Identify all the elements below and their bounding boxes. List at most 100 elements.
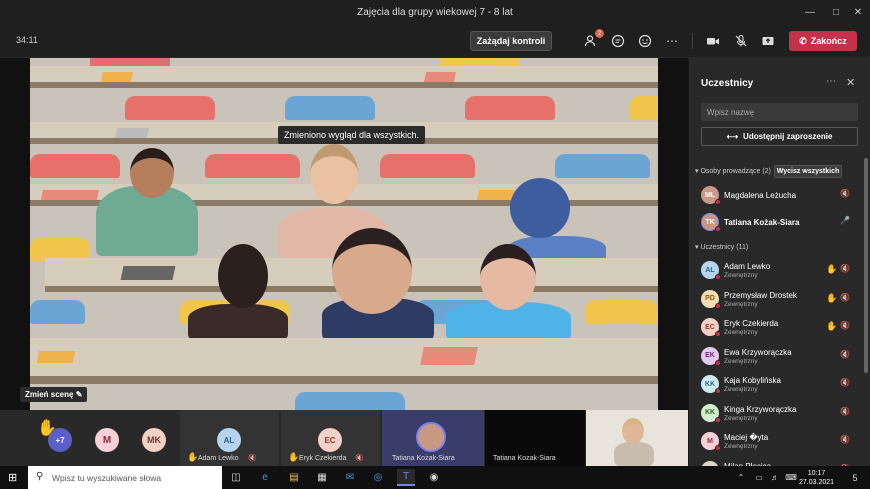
participant-name: Magdalena Leżucha	[724, 191, 797, 200]
chat-icon[interactable]	[609, 32, 627, 50]
participant-avatar[interactable]: MK	[142, 428, 166, 452]
language-icon[interactable]: ⌨	[782, 469, 800, 486]
store-icon[interactable]: ▦	[313, 469, 331, 486]
tile-group: ✋ +7 M MK	[0, 410, 180, 466]
file-explorer-icon[interactable]: ▤	[285, 469, 303, 486]
seat	[585, 300, 658, 324]
tray-chevron-icon[interactable]: ⌃	[732, 469, 750, 486]
presence-dot	[715, 359, 721, 366]
participant-role: Zewnętrzny	[724, 414, 758, 422]
mic-icon: 🎤	[840, 216, 850, 225]
end-call-label: Zakończ	[810, 36, 847, 46]
participant-tile[interactable]: AL ✋ Adam Lewko 🔇	[180, 410, 279, 466]
participant-row[interactable]: EC Eryk Czekierda Zewnętrzny ✋ 🔇	[689, 314, 864, 342]
taskbar-search-placeholder: Wpisz tu wyszukiwane słowa	[52, 472, 162, 483]
raised-hand-icon: ✋	[288, 452, 300, 462]
close-icon[interactable]: ✕	[846, 76, 855, 89]
participant-row[interactable]: KK Kaja Kobylińska Zewnętrzny 🔇	[689, 371, 864, 399]
tile-name: Tatiana Kożak-Siara	[392, 455, 455, 462]
participant-tile[interactable]: EC ✋ Eryk Czekierda 🔇	[281, 410, 380, 466]
app-icon[interactable]: ◉	[425, 469, 443, 486]
scene-change-notice: Zmieniono wygląd dla wszystkich.	[278, 126, 426, 144]
participant-role: Zewnętrzny	[724, 386, 758, 393]
paper	[100, 72, 134, 82]
mic-off-icon: 🔇	[840, 321, 850, 330]
participant-name: Kaja Kobylińska	[724, 376, 781, 385]
teams-icon[interactable]: T	[397, 469, 415, 486]
self-view-tile[interactable]	[586, 410, 688, 466]
presence-dot	[715, 416, 721, 423]
self-view-head	[622, 418, 644, 444]
phone-icon: ✆	[799, 35, 807, 46]
change-scene-button[interactable]: Zmień scenę ✎	[20, 387, 88, 402]
self-view-body	[614, 442, 654, 466]
tile-name: Tatiana Kozak-Siara	[493, 455, 556, 462]
taskbar-clock[interactable]: 10:17 27.03.2021	[799, 469, 834, 487]
paper	[120, 266, 176, 280]
raised-hand-icon: ✋	[187, 452, 199, 462]
participant-tile[interactable]: Tatiana Kozak-Siara	[485, 410, 585, 466]
more-icon[interactable]: ⋯	[663, 32, 681, 50]
participant-role: Zewnętrzny	[724, 329, 758, 336]
paper	[40, 190, 100, 200]
paper	[476, 190, 516, 200]
seat	[465, 96, 555, 120]
end-call-button[interactable]: ✆ Zakończ	[789, 31, 857, 51]
mail-icon[interactable]: ✉	[341, 469, 359, 486]
participant-name: Kinga Krzyworączka	[724, 404, 797, 414]
mic-off-icon: 🔇	[840, 378, 850, 387]
panel-scrollbar[interactable]	[864, 158, 868, 373]
notifications-count: 5	[852, 472, 858, 483]
together-mode-scene	[30, 58, 658, 410]
more-icon[interactable]: ⋯	[826, 76, 836, 87]
participant-row[interactable]: EK Ewa Krzyworączka Zewnętrzny 🔇	[689, 343, 864, 371]
participant-avatar[interactable]: M	[95, 428, 119, 452]
task-view-icon[interactable]: ◫	[227, 469, 245, 486]
presence-dot	[715, 274, 721, 280]
windows-start-icon[interactable]: ⊞	[8, 471, 17, 484]
participant-row[interactable]: PD Przemysław Drostek Zewnętrzny ✋ 🔇	[689, 286, 864, 314]
mute-all-button[interactable]: Wycisz wszystkich	[774, 165, 842, 178]
edge-icon[interactable]: e	[256, 469, 274, 486]
mic-off-icon[interactable]	[732, 32, 750, 50]
seat	[205, 154, 300, 178]
participant-row[interactable]: MPMilan Płocica🔇	[689, 457, 864, 466]
close-icon[interactable]: ✕	[843, 0, 870, 24]
participant-row[interactable]: M Maciej �yta Zewnętrzny 🔇	[689, 428, 864, 456]
toolbar-divider	[692, 33, 693, 49]
participant-strip: ✋ +7 M MK AL ✋ Adam Lewko 🔇 EC ✋ Eryk Cz…	[0, 410, 688, 466]
presenter-row[interactable]: ML Magdalena Leżucha 🔇	[689, 182, 864, 210]
participant-role: Zewnętrzny	[724, 272, 758, 279]
presenters-heading[interactable]: ▾ Osoby prowadzące (2)	[695, 167, 771, 175]
participant-search-input[interactable]	[701, 103, 858, 121]
participant-tile[interactable]: Tatiana Kożak-Siara	[382, 410, 484, 466]
reactions-icon[interactable]	[636, 32, 654, 50]
tile-name: Eryk Czekierda	[299, 455, 347, 462]
overflow-count[interactable]: +7	[48, 428, 72, 452]
participant-row[interactable]: KK Kinga Krzyworączka Zewnętrzny 🔇	[689, 400, 864, 428]
participant-head	[332, 228, 412, 314]
participant-head	[480, 244, 536, 310]
mic-off-icon: 🔇	[248, 455, 257, 462]
desk-row	[30, 338, 658, 384]
paper	[420, 347, 478, 365]
taskbar-search[interactable]: ⚲ Wpisz tu wyszukiwane słowa	[28, 466, 222, 489]
notifications-icon[interactable]: 5	[846, 469, 864, 486]
participant-head	[510, 178, 570, 238]
request-control-button[interactable]: Zażądaj kontroli	[470, 31, 552, 51]
window-titlebar: Zajęcia dla grupy wiekowej 7 - 8 lat	[0, 0, 870, 24]
presence-dot	[715, 302, 721, 309]
clock-date: 27.03.2021	[799, 479, 835, 486]
participant-name: Adam Lewko	[724, 262, 771, 271]
participant-row[interactable]: AL Adam Lewko Zewnętrzny ✋ 🔇	[689, 257, 864, 285]
camera-icon[interactable]	[704, 32, 722, 50]
presenter-row[interactable]: TK Tatiana Kożak-Siara 🎤	[689, 209, 864, 237]
mic-off-icon: 🔇	[355, 455, 364, 462]
share-invite-button[interactable]: ⟷ Udostępnij zaproszenie	[701, 127, 858, 146]
browser-icon[interactable]: ◎	[369, 469, 387, 486]
participants-icon[interactable]: 2	[582, 29, 604, 50]
video-stage: Zmieniono wygląd dla wszystkich.	[0, 58, 688, 410]
share-icon[interactable]	[759, 32, 777, 50]
participants-heading[interactable]: ▾ Uczestnicy (11)	[695, 243, 748, 251]
presence-dot	[715, 388, 721, 394]
